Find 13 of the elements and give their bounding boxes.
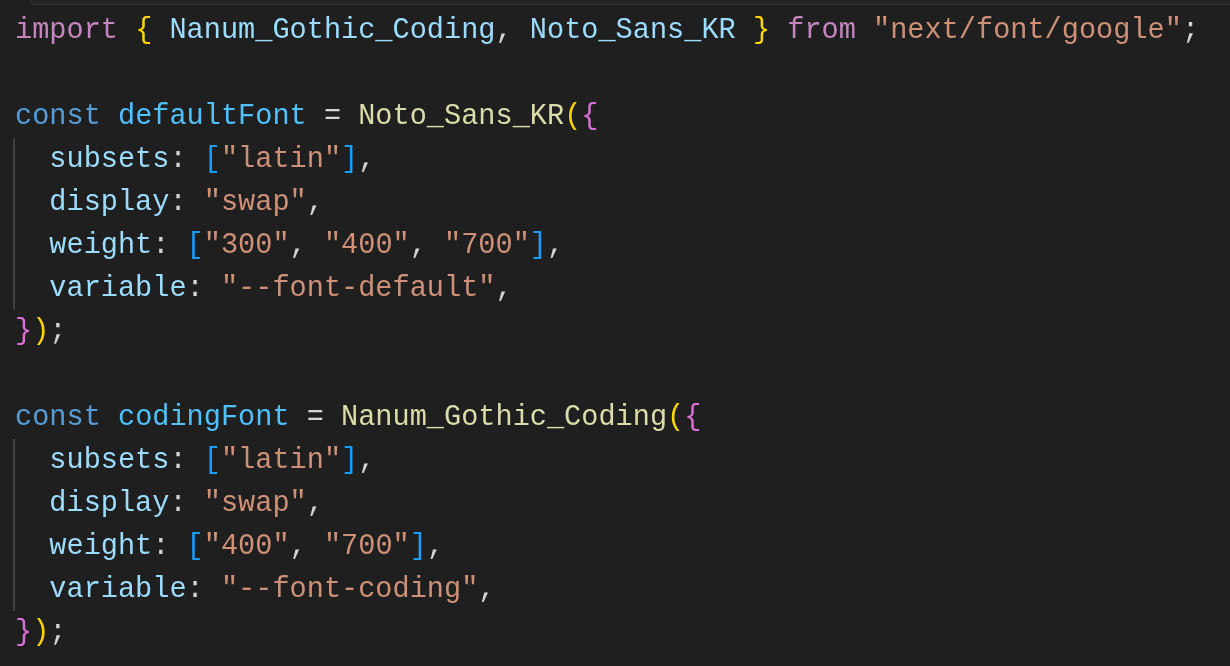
code-line: subsets: ["latin"],	[13, 138, 1230, 181]
code-line: });	[14, 314, 68, 350]
code-line: variable: "--font-coding",	[13, 568, 1230, 611]
code-line: subsets: ["latin"],	[13, 439, 1230, 482]
code-line: const defaultFont = Noto_Sans_KR({	[14, 99, 600, 135]
code-line: display: "swap",	[13, 181, 1230, 224]
code-line: import { Nanum_Gothic_Coding, Noto_Sans_KR } from "next/font/google";	[14, 13, 1201, 49]
code-line: variable: "--font-default",	[13, 267, 1230, 310]
code-line: weight: ["300", "400", "700"],	[13, 224, 1230, 267]
code-line: const codingFont = Nanum_Gothic_Coding({	[14, 400, 703, 436]
code-line: display: "swap",	[13, 482, 1230, 525]
code-line: weight: ["400", "700"],	[13, 525, 1230, 568]
code-line: });	[14, 615, 68, 651]
